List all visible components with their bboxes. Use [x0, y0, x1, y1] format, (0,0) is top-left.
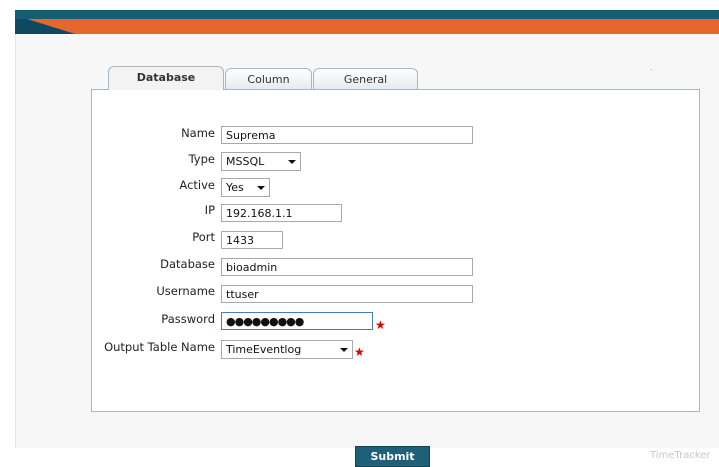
tab-general[interactable]: General	[313, 68, 418, 90]
database-settings-form: Name Suprema Type MSSQL Active Yes IP 19…	[91, 89, 700, 412]
active-label: Active	[179, 178, 215, 192]
username-label: Username	[156, 284, 215, 298]
name-label: Name	[181, 126, 215, 140]
output-table-label: Output Table Name	[104, 340, 215, 354]
password-label: Password	[161, 312, 215, 326]
type-select[interactable]: MSSQL	[221, 152, 301, 171]
tab-column[interactable]: Column	[225, 68, 312, 90]
database-label: Database	[160, 257, 215, 271]
chevron-down-icon	[340, 348, 348, 352]
decorative-dot	[650, 69, 652, 70]
chevron-down-icon	[288, 160, 296, 164]
output-table-select[interactable]: TimeEventlog	[221, 340, 353, 359]
password-field[interactable]: ●●●●●●●●●	[221, 312, 373, 330]
submit-button[interactable]: Submit	[355, 446, 430, 467]
required-star-icon: ★	[354, 345, 365, 359]
brand-watermark: TimeTracker	[650, 450, 711, 461]
header-stripe-teal	[15, 10, 719, 19]
output-table-select-value: TimeEventlog	[226, 343, 302, 356]
type-label: Type	[188, 152, 215, 166]
port-label: Port	[192, 230, 215, 244]
ip-field[interactable]: 192.168.1.1	[221, 204, 342, 222]
username-field[interactable]: ttuser	[221, 285, 473, 303]
name-field[interactable]: Suprema	[221, 126, 473, 144]
type-select-value: MSSQL	[226, 155, 265, 168]
active-select-value: Yes	[226, 181, 244, 194]
ip-label: IP	[204, 203, 215, 217]
active-select[interactable]: Yes	[221, 178, 270, 197]
tab-database[interactable]: Database	[108, 66, 224, 90]
chevron-down-icon	[257, 186, 265, 190]
header-banner	[15, 10, 719, 37]
required-star-icon: ★	[375, 318, 386, 332]
database-field[interactable]: bioadmin	[221, 258, 473, 276]
port-field[interactable]: 1433	[221, 231, 283, 249]
